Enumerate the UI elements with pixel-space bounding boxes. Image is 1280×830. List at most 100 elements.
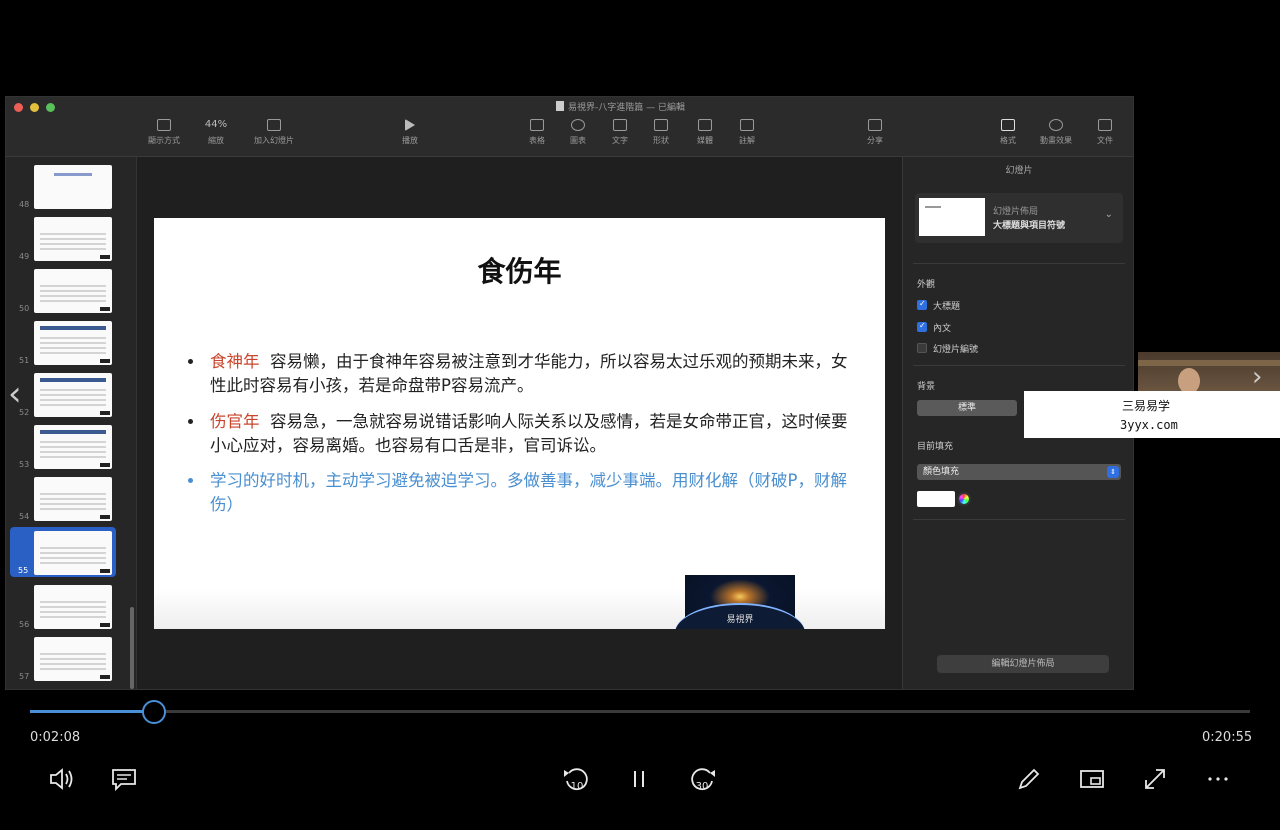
slide-thumbnail[interactable]: 49 (6, 213, 137, 263)
toolbar-chart-button[interactable]: 圖表 (556, 119, 600, 146)
pause-button[interactable] (622, 764, 656, 798)
chart-icon (571, 119, 585, 131)
bullet-dot (188, 359, 193, 364)
layout-preview (919, 198, 985, 236)
standard-button[interactable]: 標準 (917, 400, 1017, 416)
close-window-icon[interactable] (14, 103, 23, 112)
checkbox-title[interactable]: 大標題 (917, 299, 960, 312)
thumb-tag (100, 307, 110, 311)
bullet-body: 容易急，一急就容易说错话影响人际关系以及感情，若是女命带正官，这时候要小心应对，… (210, 412, 848, 455)
current-fill-label: 目前填充 (917, 442, 954, 452)
toolbar-share-button[interactable]: 分享 (853, 119, 897, 146)
toolbar-label: 播放 (402, 136, 418, 145)
current-slide[interactable]: 食伤年 食神年 容易懒，由于食神年容易被注意到才华能力，所以容易太过乐观的预期未… (154, 218, 885, 629)
minimize-window-icon[interactable] (30, 103, 39, 112)
toolbar-text-button[interactable]: 文字 (598, 119, 642, 146)
next-arrow-icon[interactable]: › (1252, 362, 1262, 392)
keynote-window: 易視界-八字進階篇 — 已編輯 顯示方式 44% 縮放 加入幻燈片 播放 表格 圖… (5, 96, 1134, 690)
skip-back-button[interactable]: 10 (559, 764, 593, 798)
logo-text: 易視界 (726, 615, 754, 625)
subtitles-button[interactable] (107, 764, 141, 798)
slide-thumbnail[interactable]: 54 (6, 473, 137, 523)
video-player: 易視界-八字進階篇 — 已編輯 顯示方式 44% 縮放 加入幻燈片 播放 表格 圖… (0, 0, 1280, 830)
volume-button[interactable] (44, 764, 78, 798)
checkbox-label: 大標題 (933, 302, 961, 312)
seek-bar[interactable] (30, 710, 1250, 713)
animate-icon (1049, 119, 1063, 131)
checkbox-slide-number[interactable]: 幻燈片編號 (917, 342, 978, 355)
fill-type-value: 顏色填充 (923, 467, 960, 477)
thumb-tag (100, 675, 110, 679)
skip-back-label: 10 (571, 781, 584, 792)
bullet-body: 容易懒，由于食神年容易被注意到才华能力，所以容易太过乐观的预期未来，女性此时容易… (210, 352, 848, 395)
edit-slide-layout-button[interactable]: 編輯幻燈片佈局 (937, 655, 1109, 673)
annotate-button[interactable] (1012, 764, 1046, 798)
brand-logo: 易視界 (675, 575, 805, 629)
toolbar-view-button[interactable]: 顯示方式 (142, 119, 186, 146)
thumb-tag (100, 255, 110, 259)
slide-preview (34, 637, 112, 681)
color-wheel-icon[interactable] (957, 492, 971, 506)
toolbar-label: 文字 (612, 136, 628, 145)
slide-thumbnail[interactable]: 57 (6, 633, 137, 683)
slide-navigator: 48 49 50 51 52 53 54 55 56 57 (6, 157, 137, 689)
slide-thumbnail[interactable]: 48 (6, 161, 137, 211)
slide-thumbnail-selected[interactable]: 55 (10, 527, 116, 577)
seek-handle[interactable] (142, 700, 166, 724)
slide-thumbnail[interactable]: 56 (6, 581, 137, 631)
picture-in-picture-button[interactable] (1075, 764, 1109, 798)
checkbox-icon (917, 321, 927, 332)
toolbar-format-button[interactable]: 格式 (986, 119, 1030, 146)
zoom-window-icon[interactable] (46, 103, 55, 112)
toolbar-label: 表格 (529, 136, 545, 145)
text-icon (613, 119, 627, 131)
bullet-dot (188, 419, 193, 424)
slide-number: 57 (19, 672, 30, 681)
toolbar-zoom-button[interactable]: 44% 縮放 (194, 119, 238, 146)
watermark-line-2: 3yyx.com (1120, 418, 1178, 432)
skip-forward-label: 30 (696, 781, 709, 792)
slide-canvas: 食伤年 食神年 容易懒，由于食神年容易被注意到才华能力，所以容易太过乐观的预期未… (137, 157, 901, 689)
slide-thumbnail[interactable]: 50 (6, 265, 137, 315)
thumb-line (40, 378, 106, 382)
thumb-tag (100, 623, 110, 627)
toolbar-label: 註解 (739, 136, 755, 145)
toolbar-table-button[interactable]: 表格 (515, 119, 559, 146)
slide-number: 53 (19, 460, 30, 469)
toolbar-label: 縮放 (208, 136, 224, 145)
bullet-dot (188, 478, 193, 483)
fill-type-select[interactable]: 顏色填充 ⇕ (917, 464, 1121, 480)
toolbar-document-button[interactable]: 文件 (1083, 119, 1127, 146)
navigator-scrollbar[interactable] (130, 607, 134, 689)
slide-thumbnail[interactable]: 51 (6, 317, 137, 367)
media-icon (698, 119, 712, 131)
background-heading: 背景 (917, 382, 936, 392)
thumb-line (40, 601, 106, 621)
bullet-text: 食神年 容易懒，由于食神年容易被注意到才华能力，所以容易太过乐观的预期未来，女性… (210, 350, 854, 398)
toolbar-shape-button[interactable]: 形狀 (639, 119, 683, 146)
thumb-line (40, 285, 106, 305)
thumb-line (40, 430, 106, 434)
comment-icon (740, 119, 754, 131)
bullet-text: 学习的好时机，主动学习避免被迫学习。多做善事，减少事端。用财化解（财破P，财解伤… (210, 469, 854, 517)
toolbar-media-button[interactable]: 媒體 (683, 119, 727, 146)
slide-thumbnail[interactable]: 53 (6, 421, 137, 471)
slide-thumbnail[interactable]: 52 (6, 369, 137, 419)
divider (913, 263, 1125, 264)
color-swatch[interactable] (917, 491, 955, 507)
fullscreen-button[interactable] (1138, 764, 1172, 798)
toolbar-comment-button[interactable]: 註解 (725, 119, 769, 146)
inspector-tab-slide[interactable]: 幻燈片 (903, 163, 1133, 176)
toolbar-add-slide-button[interactable]: 加入幻燈片 (252, 119, 296, 146)
checkbox-body[interactable]: 內文 (917, 321, 951, 334)
toolbar-play-button[interactable]: 播放 (388, 119, 432, 146)
toolbar-animate-button[interactable]: 動畫效果 (1034, 119, 1078, 146)
more-options-button[interactable] (1201, 764, 1235, 798)
skip-forward-button[interactable]: 30 (686, 764, 720, 798)
previous-arrow-icon[interactable]: ‹ (8, 374, 22, 414)
thumb-line (40, 441, 106, 461)
slide-layout-picker[interactable]: 幻燈片佈局 大標題與項目符號 ⌄ (915, 193, 1123, 243)
thumb-line (40, 389, 106, 409)
divider (913, 519, 1125, 520)
keynote-titlebar: 易視界-八字進階篇 — 已編輯 顯示方式 44% 縮放 加入幻燈片 播放 表格 圖… (6, 97, 1133, 157)
